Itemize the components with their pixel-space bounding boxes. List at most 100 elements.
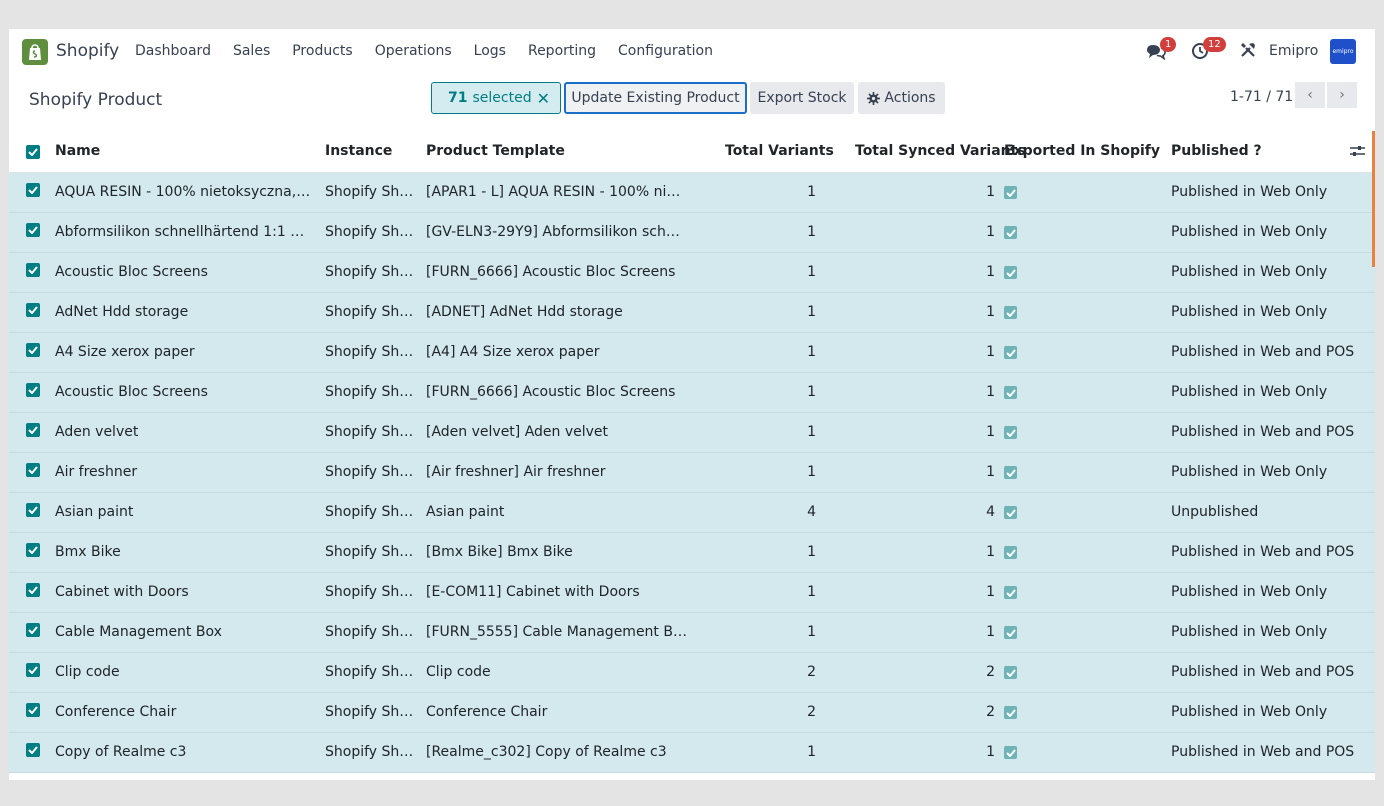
row-select-checkbox[interactable] xyxy=(26,703,40,717)
actions-button[interactable]: Actions xyxy=(858,82,945,114)
row-select-checkbox[interactable] xyxy=(26,343,40,357)
scrollbar[interactable] xyxy=(1372,131,1375,267)
cell-instance: Shopify Shopy xyxy=(325,184,421,200)
table-header: Name Instance Product Template Total Var… xyxy=(9,131,1375,173)
table-row[interactable]: Copy of Realme c3 Shopify Shopy [Realme_c3… xyxy=(9,733,1375,773)
messages-count-badge: 1 xyxy=(1160,37,1177,52)
row-select-checkbox[interactable] xyxy=(26,423,40,437)
table-row[interactable]: AdNet Hdd storage Shopify Shopy [ADNET] Ad… xyxy=(9,293,1375,333)
table-row[interactable]: Air freshner Shopify Shopy [Air freshner] … xyxy=(9,453,1375,493)
app-name[interactable]: Shopify xyxy=(56,41,119,61)
cell-name: Copy of Realme c3 xyxy=(55,744,187,760)
cell-published: Published in Web Only xyxy=(1171,584,1328,600)
menu-sales[interactable]: Sales xyxy=(233,43,270,59)
menu-configuration[interactable]: Configuration xyxy=(618,43,713,59)
menu-products[interactable]: Products xyxy=(292,43,352,59)
cell-published: Published in Web Only xyxy=(1171,704,1328,720)
cell-product-template: [Air freshner] Air freshner xyxy=(426,464,606,480)
messages-button[interactable]: 1 xyxy=(1146,37,1177,64)
cell-instance: Shopify Shopy xyxy=(325,264,421,280)
cell-name: Acoustic Bloc Screens xyxy=(55,384,208,400)
cell-total-synced-variants: 1 xyxy=(986,424,995,440)
cell-name: AdNet Hdd storage xyxy=(55,304,189,320)
optional-columns-toggle[interactable] xyxy=(1350,144,1365,162)
table-row[interactable]: Cable Management Box Shopify Shopy [FURN_5… xyxy=(9,613,1375,653)
row-select-checkbox[interactable] xyxy=(26,183,40,197)
table-row[interactable]: Acoustic Bloc Screens Shopify Shopy [FURN_… xyxy=(9,253,1375,293)
activity-count-badge: 12 xyxy=(1203,37,1226,52)
column-header-product-template[interactable]: Product Template xyxy=(426,143,565,159)
app-window: Shopify Dashboard Sales Products Operati… xyxy=(9,29,1375,780)
activity-button[interactable]: 12 xyxy=(1191,37,1226,64)
column-header-exported-in-shopify[interactable]: Exported In Shopify xyxy=(1004,143,1160,159)
company-switcher[interactable]: Emipro xyxy=(1269,43,1318,59)
cell-name: AQUA RESIN - 100% nietoksyczna, bez… xyxy=(55,184,313,200)
row-select-checkbox[interactable] xyxy=(26,743,40,757)
cell-published: Published in Web Only xyxy=(1171,184,1328,200)
cell-total-variants: 1 xyxy=(807,384,816,400)
table-row[interactable]: Aden velvet Shopify Shopy [Aden velvet] Ad… xyxy=(9,413,1375,453)
cell-total-variants: 1 xyxy=(807,624,816,640)
column-header-published[interactable]: Published ? xyxy=(1171,143,1262,159)
table-row[interactable]: Cabinet with Doors Shopify Shopy [E-COM11]… xyxy=(9,573,1375,613)
pager-previous-button[interactable]: ‹ xyxy=(1295,82,1325,108)
cell-name: Conference Chair xyxy=(55,704,177,720)
row-select-checkbox[interactable] xyxy=(26,543,40,557)
tools-button[interactable] xyxy=(1240,42,1256,62)
row-select-checkbox[interactable] xyxy=(26,623,40,637)
table-row[interactable]: Bmx Bike Shopify Shopy [Bmx Bike] Bmx Bike… xyxy=(9,533,1375,573)
row-select-checkbox[interactable] xyxy=(26,303,40,317)
column-header-name[interactable]: Name xyxy=(55,143,100,159)
exported-checkbox xyxy=(1004,546,1017,559)
column-header-instance[interactable]: Instance xyxy=(325,143,392,159)
update-existing-product-button[interactable]: Update Existing Product xyxy=(564,82,747,114)
shopify-logo-icon[interactable] xyxy=(22,39,48,65)
table-row[interactable]: Abformsilikon schnellhärtend 1:1 R PR… Sh… xyxy=(9,213,1375,253)
table-row[interactable]: Asian paint Shopify Shopy Asian paint 4 4 Unp… xyxy=(9,493,1375,533)
cell-instance: Shopify Shopy xyxy=(325,344,421,360)
cell-published: Published in Web and POS xyxy=(1171,744,1355,760)
cell-total-synced-variants: 1 xyxy=(986,264,995,280)
row-select-checkbox[interactable] xyxy=(26,383,40,397)
tools-icon xyxy=(1241,43,1255,57)
column-header-total-synced-variants[interactable]: Total Synced Variants xyxy=(855,143,1026,159)
menu-operations[interactable]: Operations xyxy=(375,43,452,59)
cell-instance: Shopify Shopy xyxy=(325,544,421,560)
row-select-checkbox[interactable] xyxy=(26,503,40,517)
cell-name: Cable Management Box xyxy=(55,624,222,640)
pager-value[interactable]: 1-71 / 71 xyxy=(1230,89,1293,105)
pager-next-button[interactable]: › xyxy=(1327,82,1357,108)
row-select-checkbox[interactable] xyxy=(26,663,40,677)
exported-checkbox xyxy=(1004,226,1017,239)
cell-instance: Shopify Shopy xyxy=(325,464,421,480)
cell-total-variants: 2 xyxy=(807,704,816,720)
table-row[interactable]: Clip code Shopify Shopy Clip code 2 2 Publish… xyxy=(9,653,1375,693)
row-select-checkbox[interactable] xyxy=(26,463,40,477)
cell-total-variants: 1 xyxy=(807,544,816,560)
cell-product-template: [FURN_6666] Acoustic Bloc Screens xyxy=(426,384,676,400)
menu-logs[interactable]: Logs xyxy=(474,43,506,59)
table-row[interactable]: Acoustic Bloc Screens Shopify Shopy [FURN_… xyxy=(9,373,1375,413)
cell-total-synced-variants: 1 xyxy=(986,224,995,240)
cell-total-synced-variants: 4 xyxy=(986,504,995,520)
row-select-checkbox[interactable] xyxy=(26,263,40,277)
cell-published: Published in Web Only xyxy=(1171,384,1328,400)
export-stock-button[interactable]: Export Stock xyxy=(750,82,854,114)
cell-total-variants: 1 xyxy=(807,304,816,320)
menu-dashboard[interactable]: Dashboard xyxy=(135,43,211,59)
select-all-checkbox[interactable] xyxy=(26,145,40,159)
column-header-total-variants[interactable]: Total Variants xyxy=(725,143,834,159)
user-avatar[interactable]: emipro xyxy=(1330,39,1356,64)
row-select-checkbox[interactable] xyxy=(26,223,40,237)
table-row[interactable]: Conference Chair Shopify Shopy Conference … xyxy=(9,693,1375,733)
cell-published: Published in Web Only xyxy=(1171,224,1328,240)
unselect-close-icon[interactable]: ✕ xyxy=(537,89,550,108)
menu-reporting[interactable]: Reporting xyxy=(528,43,596,59)
table-row[interactable]: A4 Size xerox paper Shopify Shopy [A4] A4 … xyxy=(9,333,1375,373)
row-select-checkbox[interactable] xyxy=(26,583,40,597)
cell-product-template: [APAR1 - L] AQUA RESIN - 100% nietok… xyxy=(426,184,688,200)
exported-checkbox xyxy=(1004,346,1017,359)
table-body: AQUA RESIN - 100% nietoksyczna, bez… Shop… xyxy=(9,173,1375,773)
table-row[interactable]: AQUA RESIN - 100% nietoksyczna, bez… Shop… xyxy=(9,173,1375,213)
selected-label: selected xyxy=(472,90,532,106)
